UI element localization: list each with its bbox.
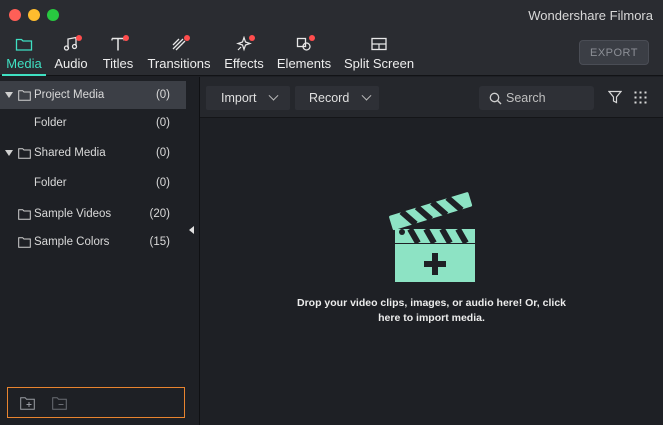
tree-item-project-media[interactable]: Project Media (0) <box>0 81 186 109</box>
tab-transitions[interactable]: Transitions <box>144 30 214 76</box>
tree-item-label: Shared Media <box>34 147 106 159</box>
tree-item-label: Project Media <box>34 89 105 101</box>
transition-icon <box>168 35 190 53</box>
record-label: Record <box>309 91 350 105</box>
import-dropdown[interactable]: Import <box>206 86 290 110</box>
tree-item-label: Folder <box>34 177 67 189</box>
tree-item-label: Sample Colors <box>34 236 110 248</box>
tab-split-screen-label: Split Screen <box>343 56 415 71</box>
expand-caret-icon[interactable] <box>5 150 13 156</box>
folder-icon <box>18 89 31 101</box>
notification-dot <box>309 35 315 41</box>
tree-item-label: Sample Videos <box>34 208 112 220</box>
tree-item-count: (15) <box>149 236 170 248</box>
maximize-window-button[interactable] <box>47 9 59 21</box>
tree-item-count: (20) <box>149 208 170 220</box>
tab-media[interactable]: Media <box>2 30 46 76</box>
tab-elements[interactable]: Elements <box>273 30 335 76</box>
elements-icon <box>293 35 315 53</box>
drop-zone-line-1: Drop your video clips, images, or audio … <box>297 297 566 309</box>
tab-split-screen[interactable]: Split Screen <box>340 30 418 76</box>
export-button[interactable]: EXPORT <box>579 40 649 65</box>
tree-item-count: (0) <box>155 89 170 101</box>
close-window-button[interactable] <box>9 9 21 21</box>
tree-item-label: Folder <box>34 117 67 129</box>
media-drop-zone[interactable]: Drop your video clips, images, or audio … <box>200 118 663 425</box>
category-toolbar: Media Audio Titles Transitions Effects E… <box>0 30 663 76</box>
tree-item-sample-colors[interactable]: Sample Colors (15) <box>0 228 186 256</box>
tab-elements-label: Elements <box>276 56 332 71</box>
drop-zone-line-2: here to import media. <box>378 312 485 324</box>
tab-titles[interactable]: Titles <box>98 30 138 76</box>
folder-icon <box>18 208 31 220</box>
import-label: Import <box>221 91 257 105</box>
tab-effects[interactable]: Effects <box>220 30 268 76</box>
notification-dot <box>184 35 190 41</box>
tab-titles-label: Titles <box>102 56 134 71</box>
tree-item-folder[interactable]: Folder (0) <box>0 169 186 197</box>
tab-audio[interactable]: Audio <box>50 30 92 76</box>
text-t-icon <box>107 35 129 53</box>
tab-transitions-label: Transitions <box>147 56 211 71</box>
media-library-panel: Project Media (0) Folder (0) Shared Medi… <box>0 77 186 425</box>
folder-actions-bar <box>7 387 185 418</box>
folder-icon <box>18 236 31 248</box>
sparkle-icon <box>233 35 255 53</box>
tree-item-count: (0) <box>155 117 170 129</box>
tree-item-shared-media[interactable]: Shared Media (0) <box>0 139 186 167</box>
search-input[interactable] <box>506 91 586 105</box>
folder-icon <box>18 147 31 159</box>
expand-caret-icon[interactable] <box>5 92 13 98</box>
tree-item-count: (0) <box>155 177 170 189</box>
notification-dot <box>76 35 82 41</box>
title-bar: Wondershare Filmora <box>0 0 663 30</box>
tab-audio-label: Audio <box>54 56 88 71</box>
search-box[interactable] <box>479 86 594 110</box>
tab-effects-label: Effects <box>224 56 264 71</box>
split-screen-icon <box>368 35 390 53</box>
chevron-down-icon <box>268 90 279 101</box>
record-dropdown[interactable]: Record <box>295 86 379 110</box>
music-note-icon <box>60 35 82 53</box>
minimize-window-button[interactable] <box>28 9 40 21</box>
chevron-down-icon <box>361 90 372 101</box>
clapperboard-add-icon <box>388 192 475 282</box>
filter-icon[interactable] <box>608 90 622 104</box>
grid-view-icon[interactable] <box>634 91 647 104</box>
media-toolbar: Import Record <box>200 77 663 118</box>
drop-zone-instructions[interactable]: Drop your video clips, images, or audio … <box>230 296 633 326</box>
tab-media-label: Media <box>6 56 42 71</box>
folder-icon <box>13 35 35 53</box>
notification-dot <box>123 35 129 41</box>
collapse-panel-arrow-icon[interactable] <box>189 226 194 234</box>
search-icon <box>489 92 502 104</box>
notification-dot <box>249 35 255 41</box>
new-folder-icon[interactable] <box>20 397 35 410</box>
tree-item-folder[interactable]: Folder (0) <box>0 109 186 137</box>
app-title: Wondershare Filmora <box>528 8 653 23</box>
tree-item-count: (0) <box>155 147 170 159</box>
tree-item-sample-videos[interactable]: Sample Videos (20) <box>0 200 186 228</box>
delete-folder-icon[interactable] <box>52 397 67 410</box>
